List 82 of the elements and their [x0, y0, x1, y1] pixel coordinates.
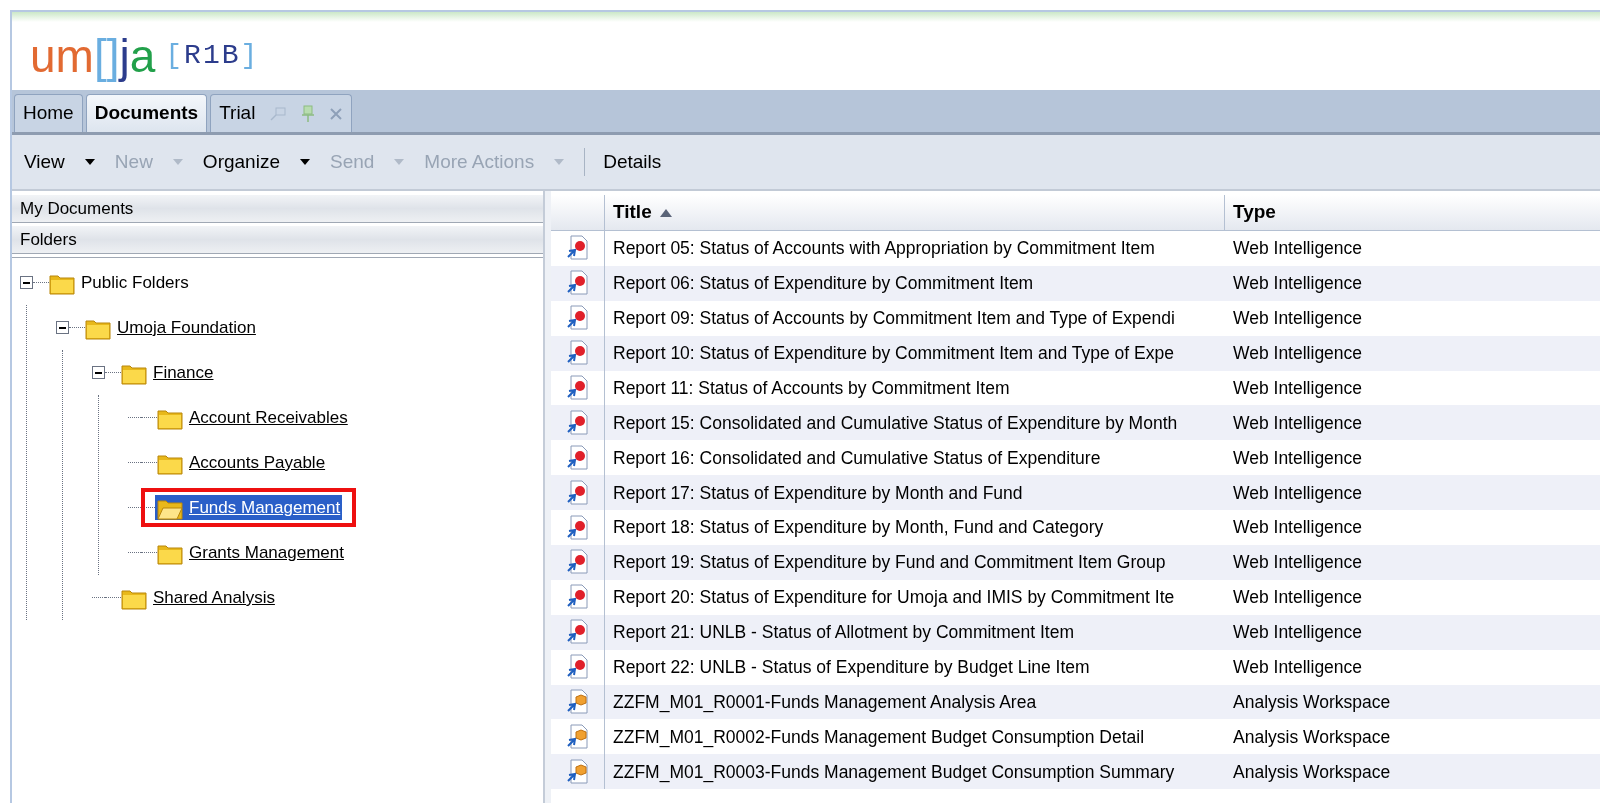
release-tag: [R1B]	[165, 42, 260, 70]
report-document-icon	[565, 514, 590, 541]
document-type: Analysis Workspace	[1233, 691, 1391, 712]
report-document-icon	[565, 584, 590, 611]
folder-name[interactable]: Finance	[151, 359, 216, 386]
document-type: Web Intelligence	[1233, 657, 1363, 677]
report-document-icon	[565, 270, 590, 297]
document-type: Web Intelligence	[1233, 343, 1363, 363]
workspace-document-icon	[565, 689, 590, 715]
report-document-icon	[565, 235, 590, 262]
toolbar-menu-button[interactable]: Organize	[202, 147, 310, 177]
report-document-icon	[565, 479, 590, 506]
document-type: Web Intelligence	[1233, 552, 1363, 573]
folder-icon	[85, 318, 111, 341]
folder-name[interactable]: Accounts Payable	[187, 449, 328, 476]
document-title[interactable]: Report 20: Status of Expenditure for Umoja and IMIS by Commitment Ite	[613, 587, 1175, 608]
document-type: Web Intelligence	[1233, 482, 1363, 503]
report-document-icon	[565, 340, 590, 367]
caret-icon	[172, 159, 183, 165]
document-type: Web Intelligence	[1233, 517, 1363, 538]
document-title[interactable]: Report 22: UNLB - Status of Expenditure by Budget Line Item	[613, 657, 1090, 677]
collapse-toggle[interactable]	[56, 321, 69, 334]
document-title[interactable]: ZZFM_M01_R0003-Funds Management Budget Consumption Summary	[613, 761, 1175, 782]
collapse-toggle[interactable]	[92, 366, 105, 379]
document-type: Web Intelligence	[1233, 273, 1363, 294]
document-type: Web Intelligence	[1233, 377, 1363, 398]
report-document-icon	[565, 409, 590, 436]
folder-name[interactable]: Shared Analysis	[151, 584, 277, 611]
sort-ascending-icon	[659, 208, 672, 217]
document-title[interactable]: ZZFM_M01_R0002-Funds Management Budget Consumption Detail	[613, 726, 1145, 747]
report-document-icon	[565, 549, 590, 576]
document-type: Web Intelligence	[1233, 447, 1363, 468]
document-title[interactable]: Report 10: Status of Expenditure by Commitment Item and Type of Expe	[613, 343, 1174, 363]
document-title[interactable]: Report 09: Status of Accounts by Commitment Item and Type of Expendi	[613, 308, 1175, 329]
document-title[interactable]: Report 18: Status of Expenditure by Month, Fund and Category	[613, 517, 1104, 538]
column-header[interactable]: Title	[605, 195, 1225, 230]
document-type: Web Intelligence	[1233, 238, 1363, 259]
document-title[interactable]: Report 21: UNLB - Status of Allotment by Commitment Item	[613, 622, 1074, 643]
report-document-icon	[565, 305, 590, 332]
collapse-toggle[interactable]	[20, 276, 33, 289]
document-type: Analysis Workspace	[1233, 726, 1391, 747]
folder-icon	[121, 588, 147, 611]
workspace-document-icon	[565, 758, 590, 785]
caret-icon	[554, 159, 565, 165]
folder-icon	[157, 543, 183, 566]
toolbar-menu-button[interactable]: Details	[603, 147, 662, 177]
report-document-icon	[565, 375, 590, 401]
document-title[interactable]: ZZFM_M01_R0001-Funds Management Analysis Area	[613, 691, 1037, 712]
document-title[interactable]: Report 16: Consolidated and Cumulative Status of Expenditure	[613, 447, 1101, 468]
caret-icon	[299, 159, 310, 165]
report-document-icon	[565, 444, 590, 471]
folder-name[interactable]: Account Receivables	[187, 404, 350, 431]
document-type: Analysis Workspace	[1233, 761, 1391, 782]
caret-icon	[84, 159, 95, 165]
document-type: Web Intelligence	[1233, 412, 1363, 433]
folder-icon	[49, 273, 75, 296]
column-header[interactable]: Type	[1225, 195, 1600, 230]
folder-icon	[121, 363, 147, 386]
document-title[interactable]: Report 19: Status of Expenditure by Fund and Commitment Item Group	[613, 552, 1166, 573]
folder-name[interactable]: Umoja Foundation	[115, 314, 258, 341]
document-type: Web Intelligence	[1233, 308, 1363, 329]
document-type: Web Intelligence	[1233, 622, 1363, 643]
folder-icon	[157, 453, 183, 476]
report-document-icon	[565, 654, 590, 681]
caret-icon	[394, 159, 405, 165]
tab[interactable]: Home	[14, 94, 83, 132]
document-title[interactable]: Report 05: Status of Accounts with Appropriation by Commitment Item	[613, 238, 1155, 259]
open-folder-icon	[157, 498, 183, 521]
document-title[interactable]: Report 06: Status of Expenditure by Commitment Item	[613, 273, 1034, 294]
workspace-document-icon	[565, 723, 590, 750]
folder-name[interactable]: Public Folders	[79, 269, 191, 296]
panel-header[interactable]: Folders	[12, 226, 543, 254]
toolbar-menu-button[interactable]: View	[24, 147, 95, 177]
document-title[interactable]: Report 11: Status of Accounts by Commitment Item	[613, 377, 1010, 398]
panel-header[interactable]: My Documents	[12, 195, 543, 223]
folder-icon	[157, 408, 183, 431]
report-document-icon	[565, 619, 590, 646]
document-title[interactable]: Report 15: Consolidated and Cumulative Status of Expenditure by Month	[613, 412, 1178, 433]
tab[interactable]: Documents	[85, 94, 208, 132]
document-type: Web Intelligence	[1233, 587, 1363, 608]
folder-name[interactable]: Grants Management	[187, 539, 346, 566]
document-title[interactable]: Report 17: Status of Expenditure by Month and Fund	[613, 482, 1023, 503]
